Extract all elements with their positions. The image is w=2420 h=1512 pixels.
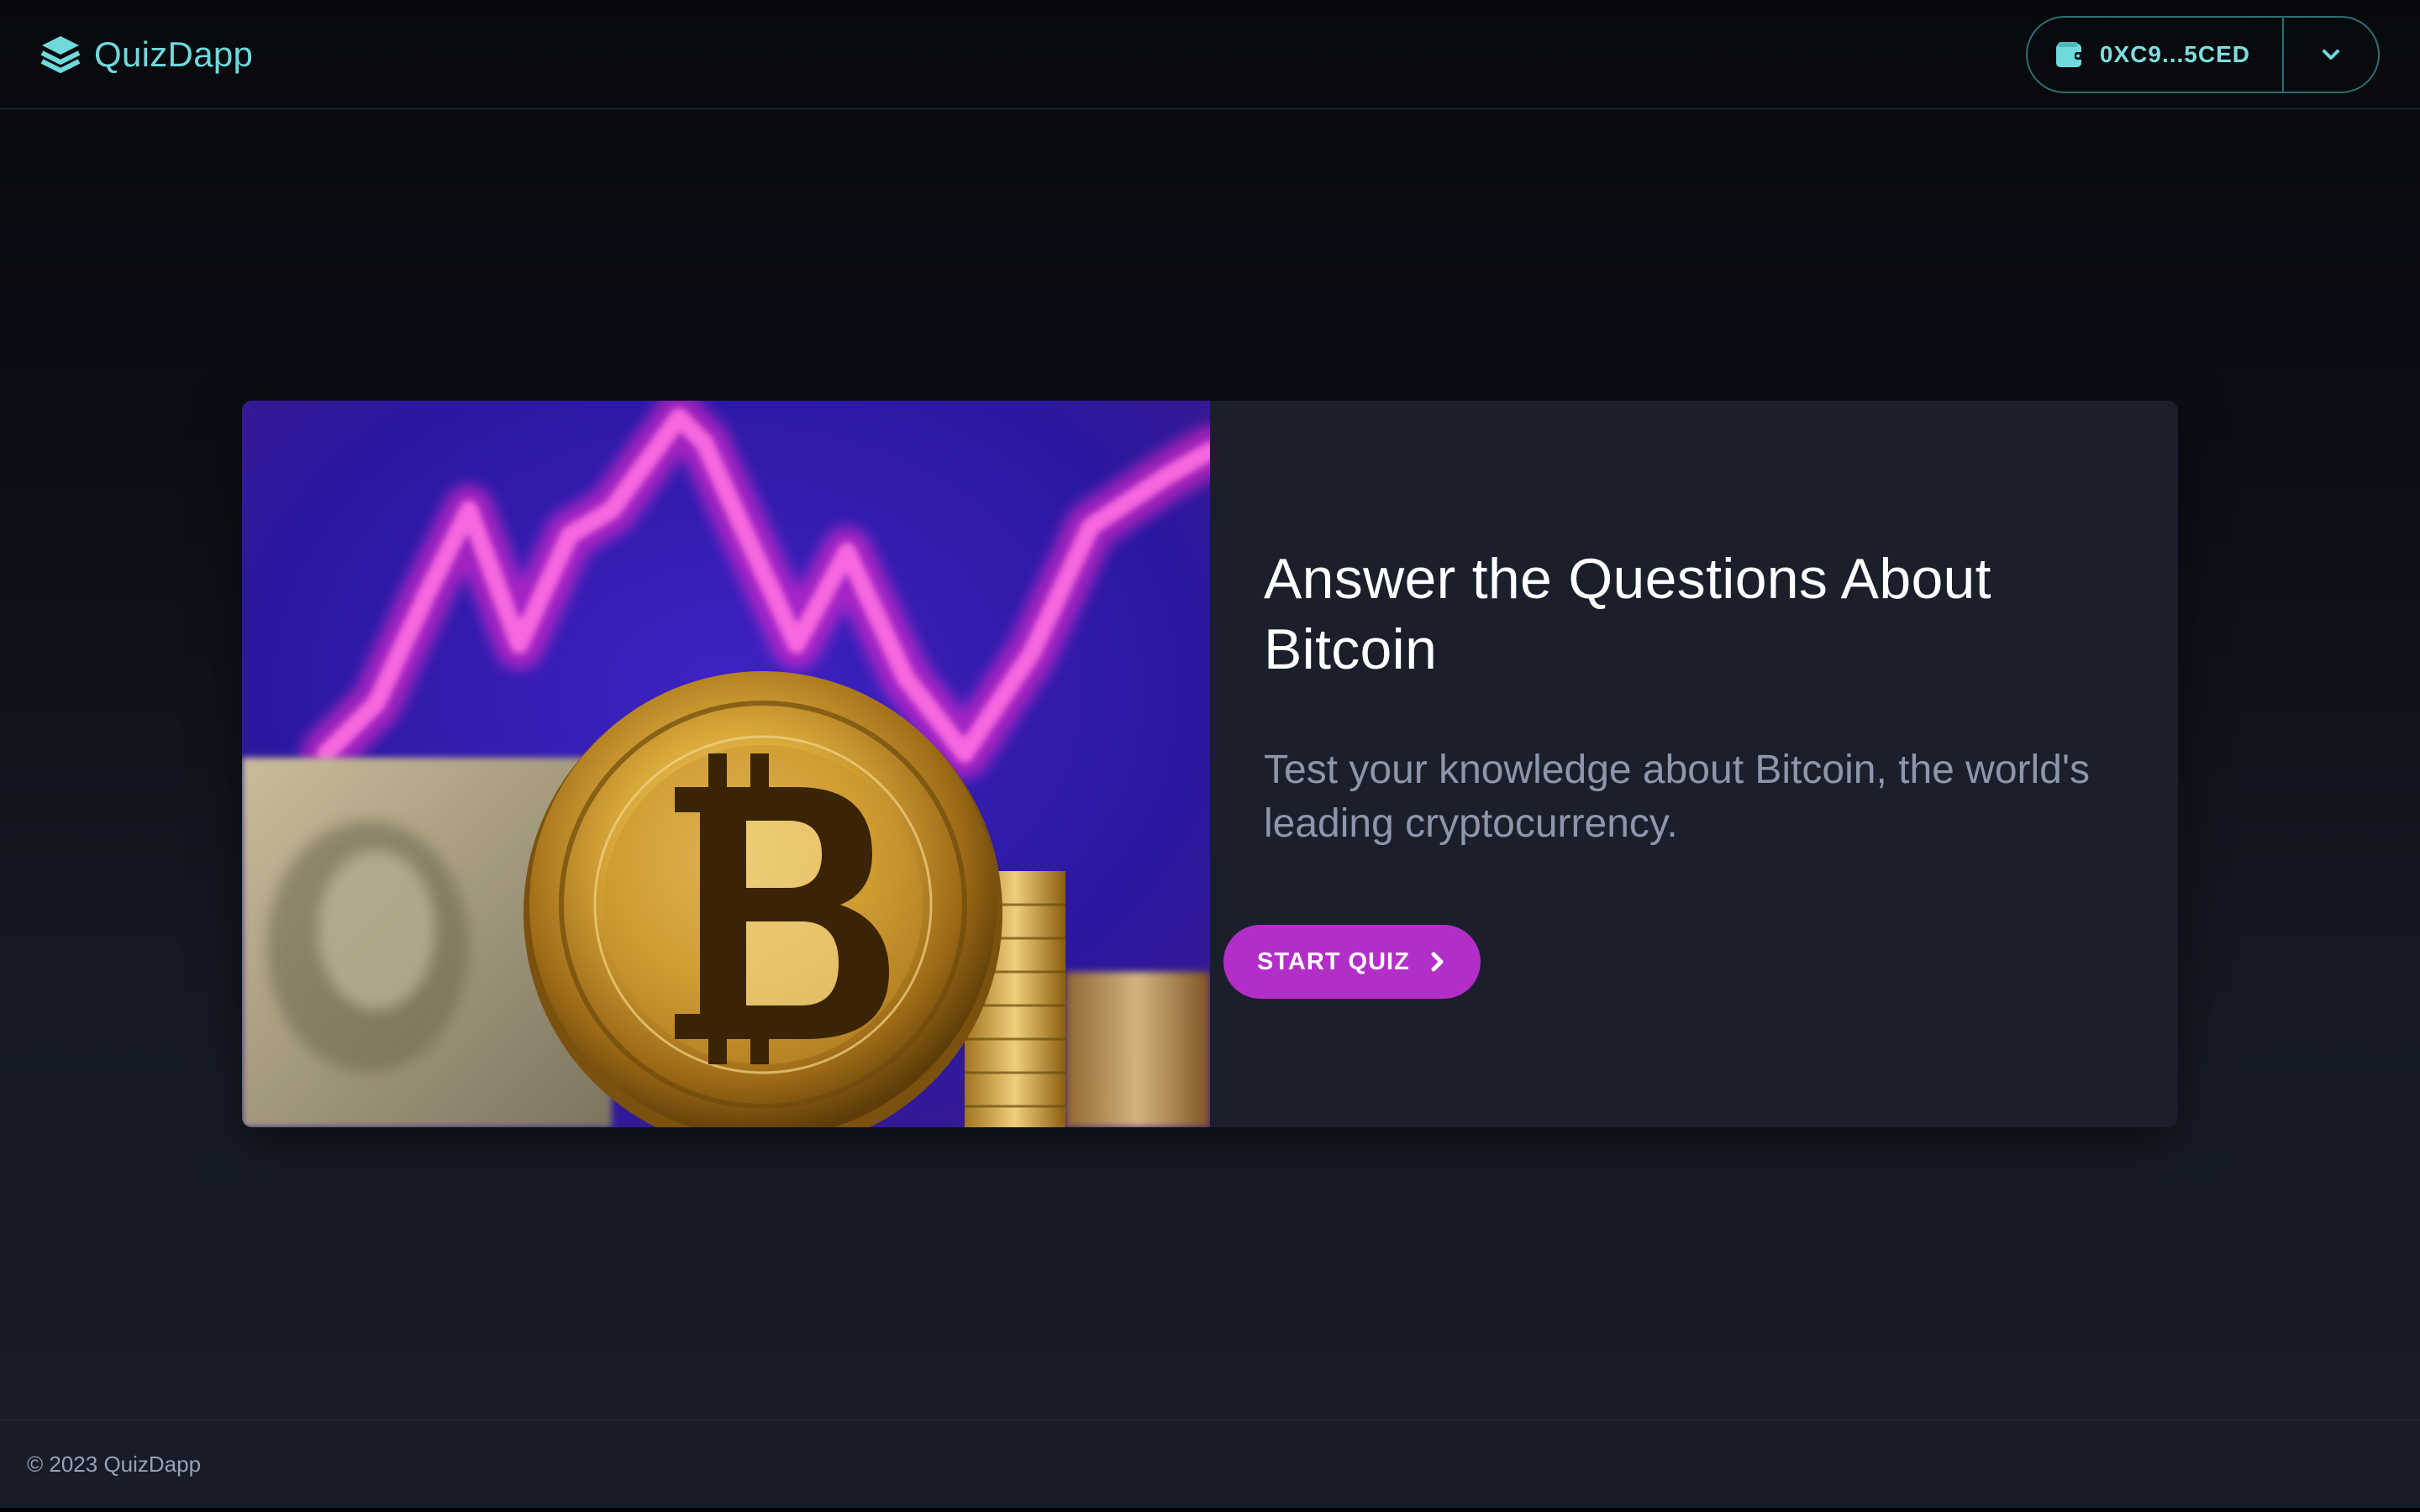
quiz-description: Test your knowledge about Bitcoin, the w… [1264, 748, 2091, 846]
bottom-divider [0, 1508, 2420, 1512]
quiz-intro: Answer the Questions About Bitcoin Test … [1210, 401, 2178, 1127]
wallet-icon [2055, 41, 2083, 67]
footer: © 2023 QuizDapp [0, 1420, 2420, 1508]
wallet-address-button[interactable]: 0XC9...5CED [2028, 17, 2284, 92]
page-title: Answer the Questions About Bitcoin [1264, 547, 1991, 681]
start-quiz-label: START QUIZ [1257, 948, 1410, 975]
quiz-card: Answer the Questions About Bitcoin Test … [242, 401, 2178, 1127]
start-quiz-button[interactable]: START QUIZ [1223, 925, 1481, 999]
top-nav: QuizDapp 0XC9...5CED [0, 0, 2420, 109]
chevron-right-icon [1431, 952, 1444, 972]
brand-name: QuizDapp [94, 34, 254, 74]
copyright-text: © 2023 QuizDapp [27, 1451, 202, 1477]
chevron-down-icon [2323, 49, 2339, 60]
layers-icon [40, 35, 81, 73]
wallet-dropdown-button[interactable] [2284, 18, 2378, 92]
brand[interactable]: QuizDapp [39, 33, 253, 76]
wallet-address: 0XC9...5CED [2099, 40, 2250, 67]
wallet-menu: 0XC9...5CED [2025, 15, 2380, 93]
bitcoin-coin-chart-image [242, 401, 1210, 1127]
hero-illustration [242, 401, 1210, 1127]
